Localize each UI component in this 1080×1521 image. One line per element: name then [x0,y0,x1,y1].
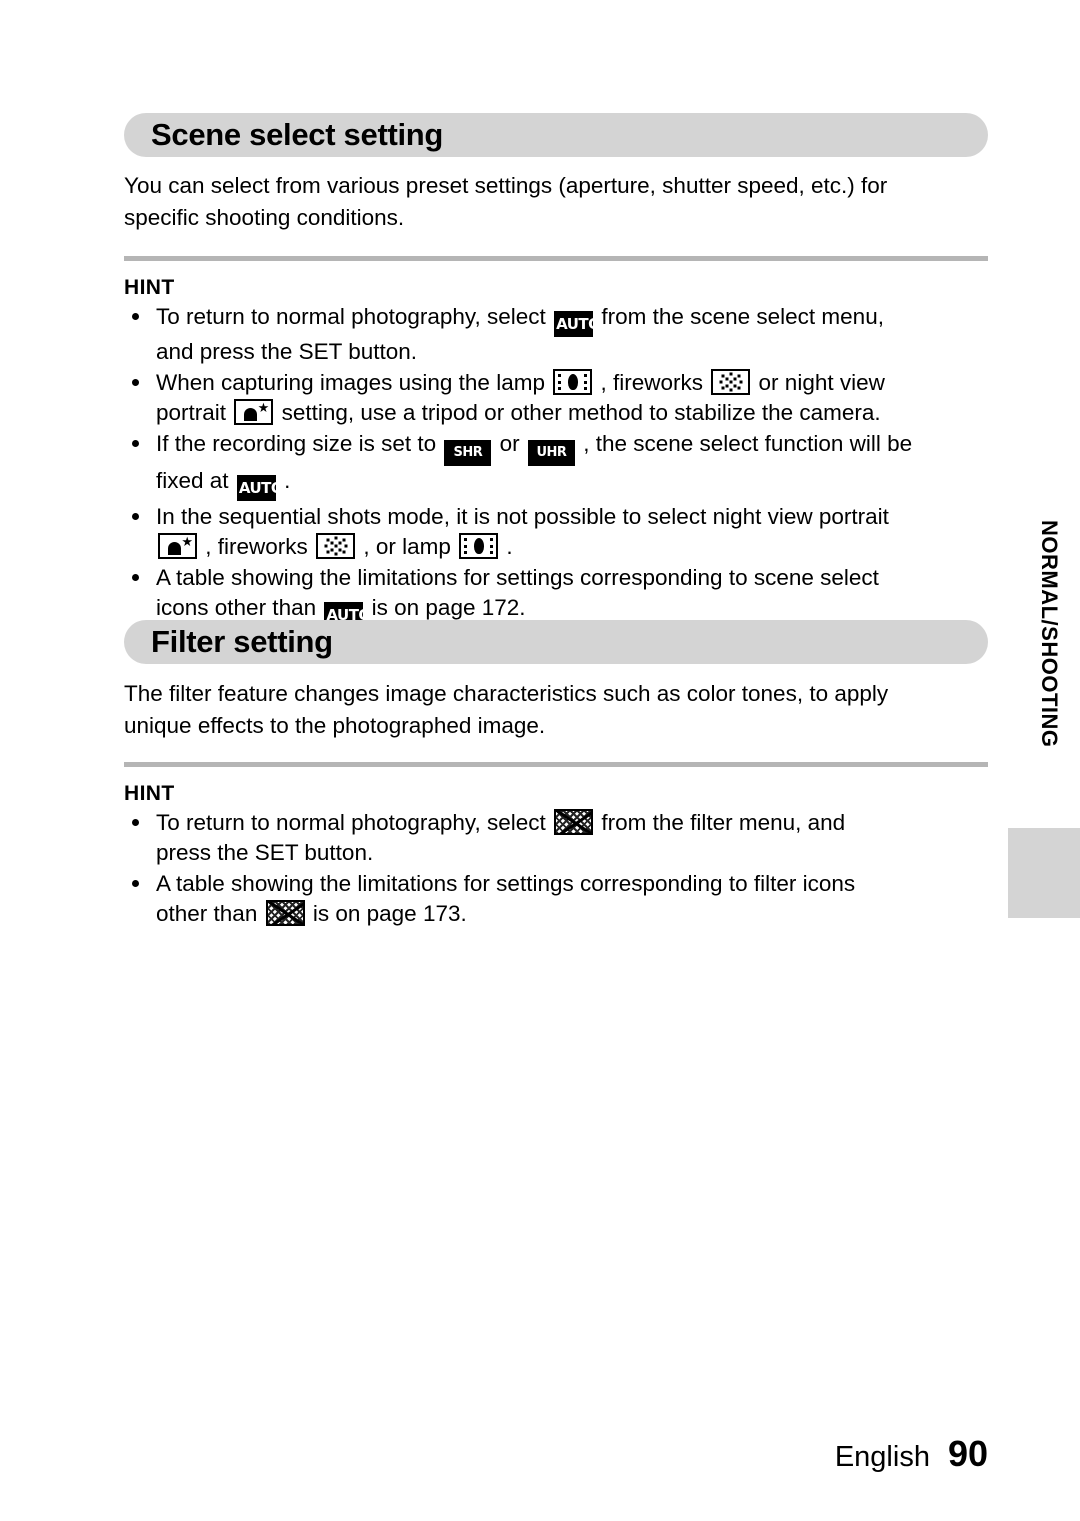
intro-line-1: You can select from various preset setti… [124,173,888,198]
footer-page-number: 90 [947,1433,988,1474]
list-item-line-2: , fireworks , or lamp . [156,532,1004,562]
list-item-line-2: portrait setting, use a tripod or other … [156,398,1004,428]
hint-rule-top-1 [124,256,988,261]
fireworks-icon [316,533,356,559]
list-item-line-1: If the recording size is set to SHR or U… [156,429,1004,466]
filter-hint-list: To return to normal photography, select … [124,808,1004,930]
list-item-line-1: To return to normal photography, select … [156,808,1004,838]
list-item-line-1: In the sequential shots mode, it is not … [156,504,889,529]
filter-off-icon [554,809,594,835]
bullet-dot-icon [132,379,139,386]
text-run: portrait [156,400,227,425]
night-view-portrait-icon [158,532,197,559]
text-run: is on page 173. [312,901,467,926]
list-item: When capturing images using the lamp , f… [124,368,1004,428]
page-footer: English 90 [835,1433,988,1475]
text-run: . [284,468,291,493]
text-run: from the scene select menu, [601,304,884,329]
section-heading-text: Filter setting [151,624,333,659]
hint-label-2: HINT [124,782,175,805]
list-item-line-2: fixed at AUTO . [156,466,1004,501]
text-run: setting, use a tripod or other method to… [281,400,881,425]
size-shr-icon: SHR [444,440,492,466]
list-item-line-2: other than is on page 173. [156,899,1004,929]
bullet-dot-icon [132,440,139,447]
intro-line-1: The filter feature changes image charact… [124,681,889,706]
text-run: from the filter menu, and [601,810,846,835]
bullet-dot-icon [132,513,139,520]
text-run: other than [156,901,258,926]
text-run: , the scene select function will be [583,431,913,456]
text-run: or [499,431,520,456]
list-item-line-1: A table showing the limitations for sett… [156,565,879,590]
filter-intro: The filter feature changes image charact… [124,678,992,742]
text-run: , fireworks [600,370,704,395]
section-heading-filter: Filter setting [124,620,988,664]
text-run: If the recording size is set to [156,431,437,456]
list-item: To return to normal photography, select … [124,302,1004,367]
list-item-line-2: and press the SET button. [156,339,418,364]
list-item: If the recording size is set to SHR or U… [124,429,1004,501]
lamp-icon [553,369,593,395]
list-item: A table showing the limitations for sett… [124,869,1004,929]
section-heading-text: Scene select setting [151,117,444,152]
manual-page: Scene select setting You can select from… [0,0,1080,1521]
intro-line-2: unique effects to the photographed image… [124,713,546,738]
bullet-dot-icon [132,880,139,887]
text-run: , or lamp [363,534,451,559]
scene-select-hint-list: To return to normal photography, select … [124,302,1004,629]
list-item: To return to normal photography, select … [124,808,1004,868]
fireworks-icon [711,369,751,395]
size-uhr-icon: UHR [527,440,575,466]
list-item-line-1: To return to normal photography, select … [156,302,1004,337]
hint-label-1: HINT [124,276,175,299]
text-run: , fireworks [205,534,308,559]
text-run: . [506,534,513,559]
text-run: To return to normal photography, select [156,304,546,329]
text-run: is on page 172. [371,595,526,620]
section-side-label: NORMAL/SHOOTING [1037,520,1062,748]
lamp-icon [459,533,499,559]
list-item-line-1: A table showing the limitations for sett… [156,871,856,896]
intro-line-2: specific shooting conditions. [124,205,405,230]
footer-language: English [834,1441,930,1473]
auto-icon: AUTO [236,475,284,501]
text-run: or night view [758,370,885,395]
hint-rule-top-2 [124,762,988,767]
bullet-dot-icon [132,313,139,320]
list-item-line-2: press the SET button. [156,840,374,865]
scene-select-intro: You can select from various preset setti… [124,170,992,234]
text-run: When capturing images using the lamp [156,370,545,395]
filter-off-icon [265,900,305,926]
page-edge-tab [1008,828,1080,918]
bullet-dot-icon [132,819,139,826]
list-item-line-1: When capturing images using the lamp , f… [156,368,1004,398]
list-item: In the sequential shots mode, it is not … [124,502,1004,562]
section-heading-scene-select: Scene select setting [124,113,988,157]
text-run: To return to normal photography, select [156,810,546,835]
night-view-portrait-icon [234,398,274,425]
bullet-dot-icon [132,574,139,581]
text-run: fixed at [156,468,229,493]
list-item: A table showing the limitations for sett… [124,563,1004,628]
auto-icon: AUTO [554,311,601,337]
text-run: icons other than [156,595,317,620]
